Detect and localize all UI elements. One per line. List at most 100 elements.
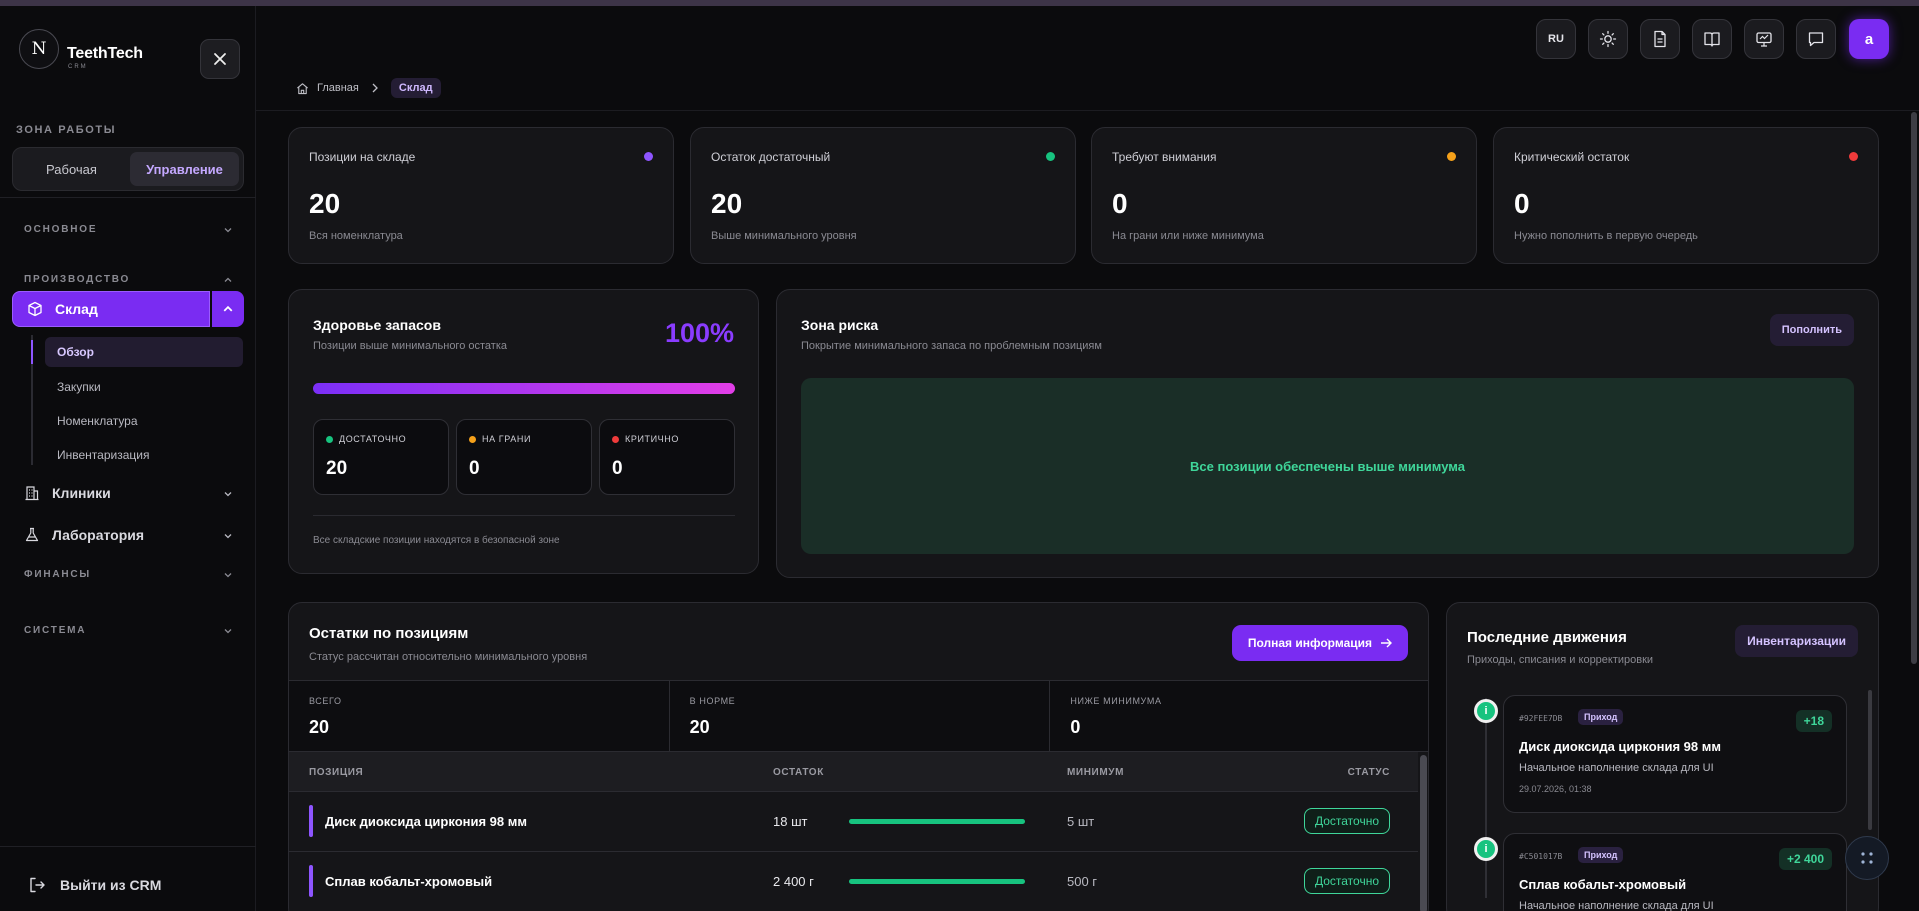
sidebar-item-laboratory[interactable]: Лаборатория	[24, 527, 232, 543]
chevron-down-icon	[224, 572, 232, 577]
flask-icon	[25, 527, 39, 542]
column-header-stock[interactable]: ОСТАТОК	[773, 767, 824, 778]
table-header: ПОЗИЦИЯ ОСТАТОК МИНИМУМ СТАТУС	[289, 752, 1418, 792]
card-title: Последние движения	[1467, 629, 1627, 646]
nav-group-system[interactable]: СИСТЕМА	[24, 625, 232, 636]
stock-level-fill	[849, 819, 1025, 824]
card-title: Остатки по позициям	[309, 625, 469, 642]
book-icon	[1704, 32, 1720, 47]
table-row[interactable]: Сплав кобальт-хромовый 2 400 г 500 г Дос…	[289, 852, 1418, 911]
chevron-right-icon	[372, 83, 378, 93]
card-subtitle: Покрытие минимального запаса по проблемн…	[801, 340, 1102, 352]
monitor-button[interactable]	[1744, 19, 1784, 59]
monitor-icon	[1756, 32, 1772, 47]
stock-level-bar	[849, 819, 1025, 824]
stock-health-card: Здоровье запасов Позиции выше минимально…	[288, 289, 759, 574]
card-subtitle: Позиции выше минимального остатка	[313, 340, 507, 352]
chat-icon	[1808, 32, 1824, 47]
breadcrumb: Главная Склад	[296, 78, 441, 98]
sidebar-item-overview[interactable]: Обзор	[45, 337, 243, 367]
chevron-up-icon	[224, 277, 232, 282]
status-dot	[1447, 152, 1456, 161]
sidebar: N TeethTech CRM ЗОНА РАБОТЫ Рабочая Упра…	[0, 6, 256, 911]
nav-group-production[interactable]: ПРОИЗВОДСТВО	[24, 274, 232, 285]
logout-icon	[30, 877, 45, 893]
stat-card-total: Позиции на складе 20 Вся номенклатура	[288, 127, 674, 264]
status-dot	[1849, 152, 1858, 161]
sidebar-divider	[0, 197, 256, 198]
knowledge-base-button[interactable]	[1692, 19, 1732, 59]
table-row[interactable]: Диск диоксида циркония 98 мм 18 шт 5 шт …	[289, 792, 1418, 852]
chevron-down-icon	[224, 227, 232, 232]
logout-button[interactable]: Выйти из CRM	[28, 876, 161, 894]
row-accent	[309, 865, 313, 897]
replenish-button[interactable]: Пополнить	[1769, 314, 1854, 346]
sidebar-item-purchases[interactable]: Закупки	[45, 372, 243, 402]
breadcrumb-current: Склад	[390, 78, 441, 98]
movement-card[interactable]: #92FEE7DB Приход +18 Диск диоксида цирко…	[1503, 695, 1847, 813]
card-subtitle: Статус рассчитан относительно минимально…	[309, 651, 588, 663]
header-divider	[256, 110, 1919, 111]
stat-card-sufficient: Остаток достаточный 20 Выше минимального…	[690, 127, 1076, 264]
column-header-min[interactable]: МИНИМУМ	[1067, 767, 1124, 778]
health-progress-bar	[313, 383, 735, 394]
info-icon: i	[1474, 837, 1498, 861]
chevron-down-icon	[224, 534, 232, 539]
divider	[313, 515, 735, 516]
sidebar-bottom-divider	[0, 846, 256, 847]
nav-group-finance[interactable]: ФИНАНСЫ	[24, 569, 232, 580]
nav-group-basic[interactable]: ОСНОВНОЕ	[24, 224, 232, 235]
info-icon: i	[1474, 699, 1498, 723]
zone-tab-work[interactable]: Рабочая	[17, 152, 126, 186]
health-box-critical: КРИТИЧНО 0	[599, 419, 735, 495]
sidebar-item-inventory[interactable]: Инвентаризация	[45, 440, 243, 470]
status-badge: Достаточно	[1303, 808, 1390, 834]
status-dot	[644, 152, 653, 161]
card-title: Зона риска	[801, 317, 879, 333]
zone-tab-management[interactable]: Управление	[130, 152, 239, 186]
card-title: Здоровье запасов	[313, 317, 441, 333]
logo-icon[interactable]: N	[19, 29, 59, 69]
inventories-button[interactable]: Инвентаризации	[1735, 625, 1858, 657]
full-info-button[interactable]: Полная информация	[1231, 625, 1408, 661]
movement-type-badge: Приход	[1578, 709, 1624, 725]
window-top-bar	[0, 0, 1919, 6]
column-header-position[interactable]: ПОЗИЦИЯ	[309, 767, 363, 778]
stock-table-card: Остатки по позициям Статус рассчитан отн…	[288, 602, 1429, 911]
health-box-edge: НА ГРАНИ 0	[456, 419, 592, 495]
user-avatar[interactable]: a	[1849, 19, 1889, 59]
movement-delta: +18	[1795, 710, 1832, 732]
sidebar-item-clinics[interactable]: Клиники	[24, 485, 232, 501]
stat-card-attention: Требуют внимания 0 На грани или ниже мин…	[1091, 127, 1477, 264]
timeline-line	[1485, 698, 1487, 898]
summary-normal: В НОРМЕ 20	[670, 681, 1051, 751]
documents-button[interactable]	[1640, 19, 1680, 59]
breadcrumb-home[interactable]: Главная	[317, 82, 359, 94]
recent-movements-card: Последние движения Приходы, списания и к…	[1446, 602, 1879, 911]
summary-total: ВСЕГО 20	[289, 681, 670, 751]
chevron-down-icon	[224, 492, 232, 497]
chat-button[interactable]	[1796, 19, 1836, 59]
column-header-status[interactable]: СТАТУС	[1348, 767, 1390, 778]
page-scrollbar[interactable]	[1911, 112, 1917, 664]
language-button[interactable]: RU	[1536, 19, 1576, 59]
card-subtitle: Приходы, списания и корректировки	[1467, 654, 1654, 666]
movements-scrollbar[interactable]	[1868, 690, 1872, 830]
sidebar-item-warehouse[interactable]: Склад	[12, 291, 210, 327]
quick-actions-button[interactable]	[1845, 836, 1889, 880]
table-scrollbar[interactable]	[1420, 755, 1427, 911]
submenu-active-marker	[31, 340, 33, 364]
health-box-sufficient: ДОСТАТОЧНО 20	[313, 419, 449, 495]
movement-card[interactable]: #C501017B Приход +2 400 Сплав кобальт-хр…	[1503, 833, 1847, 911]
health-percent: 100%	[664, 318, 734, 348]
risk-empty-state: Все позиции обеспечены выше минимума	[801, 378, 1854, 554]
logo-subtitle: CRM	[68, 64, 88, 70]
status-dot	[326, 435, 333, 443]
warehouse-collapse-button[interactable]	[212, 291, 244, 327]
home-icon	[297, 82, 308, 94]
status-dot	[469, 435, 476, 443]
sidebar-item-nomenclature[interactable]: Номенклатура	[45, 406, 243, 436]
theme-toggle-button[interactable]	[1588, 19, 1628, 59]
building-icon	[25, 486, 39, 501]
close-sidebar-button[interactable]	[200, 39, 240, 79]
